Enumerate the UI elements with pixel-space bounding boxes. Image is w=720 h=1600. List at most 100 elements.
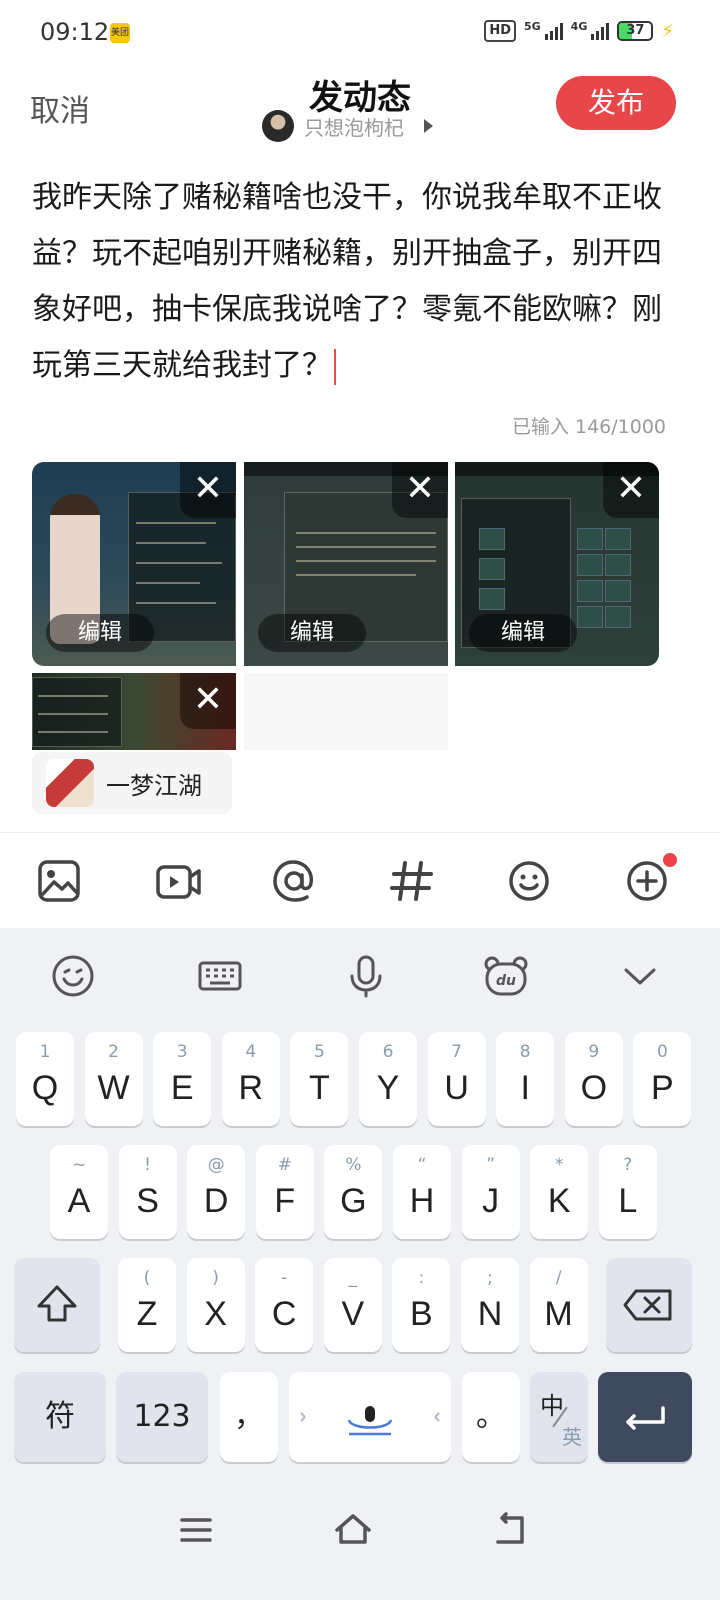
keyboard-emoji-icon[interactable] <box>49 952 97 1000</box>
image-thumbnail-1[interactable]: ✕ 编辑 <box>32 462 236 666</box>
key-label: G <box>340 1182 367 1220</box>
post-text-input[interactable]: 我昨天除了赌秘籍啥也没干，你说我牟取不正收益？玩不起咱别开赌秘籍，别开抽盒子，别… <box>32 170 682 394</box>
hd-voice-icon: HD <box>484 20 516 42</box>
mention-icon[interactable] <box>268 855 320 907</box>
key-b[interactable]: :B <box>392 1258 451 1352</box>
key-u[interactable]: 7U <box>427 1032 486 1126</box>
key-t[interactable]: 5T <box>290 1032 349 1126</box>
symbols-key-label: 符 <box>45 1399 75 1434</box>
key-hint: 9 <box>588 1042 600 1062</box>
numbers-key[interactable]: 123 <box>116 1372 208 1462</box>
compose-toolbar <box>0 833 720 928</box>
image-thumbnail-3[interactable]: ✕ 编辑 <box>455 462 659 666</box>
key-label: O <box>580 1069 608 1107</box>
key-label: D <box>203 1182 229 1220</box>
remove-image-1-button[interactable]: ✕ <box>180 462 236 518</box>
key-o[interactable]: 9O <box>564 1032 623 1126</box>
keyboard-switch-icon[interactable] <box>196 952 244 1000</box>
key-hint: ? <box>623 1155 633 1175</box>
key-label: Q <box>31 1069 59 1107</box>
key-g[interactable]: % G <box>324 1145 383 1239</box>
key-c[interactable]: -C <box>255 1258 314 1352</box>
hashtag-icon[interactable] <box>386 855 438 907</box>
key-label: U <box>444 1069 469 1107</box>
signal-icon-2 <box>591 22 610 40</box>
edit-image-3-button[interactable]: 编辑 <box>469 614 577 652</box>
key-i[interactable]: 8I <box>496 1032 555 1126</box>
identity-selector[interactable]: 只想泡枸杞 <box>262 110 433 142</box>
edit-image-1-button[interactable]: 编辑 <box>46 614 154 652</box>
menu-icon[interactable] <box>174 1508 218 1552</box>
voice-input-icon[interactable] <box>342 952 390 1000</box>
key-a[interactable]: ~ A <box>50 1145 108 1239</box>
image-thumbnail-2[interactable]: ✕ 编辑 <box>244 462 448 666</box>
key-h[interactable]: “H <box>393 1145 451 1239</box>
video-icon[interactable] <box>152 855 204 907</box>
key-r[interactable]: 4R <box>221 1032 280 1126</box>
period-key[interactable]: 。 <box>462 1372 520 1462</box>
remove-image-4-button[interactable]: ✕ <box>180 673 236 729</box>
key-label: W <box>97 1069 130 1107</box>
enter-key[interactable] <box>598 1372 692 1462</box>
key-hint: ~ <box>71 1155 87 1175</box>
key-s[interactable]: ! S <box>118 1145 177 1239</box>
key-p[interactable]: 0P <box>633 1032 692 1126</box>
key-q[interactable]: 1Q <box>16 1032 74 1126</box>
remove-image-3-button[interactable]: ✕ <box>603 462 659 518</box>
key-y[interactable]: 6Y <box>359 1032 417 1126</box>
collapse-keyboard-icon[interactable] <box>616 952 664 1000</box>
notification-dot <box>663 853 677 867</box>
add-more-icon[interactable] <box>621 853 677 907</box>
text-cursor <box>334 348 336 385</box>
key-d[interactable]: @ D <box>187 1145 246 1239</box>
image-thumbnail-4[interactable]: ✕ <box>32 673 236 750</box>
key-label: A <box>67 1182 91 1220</box>
key-hint: “ <box>417 1155 427 1175</box>
symbols-key[interactable]: 符 <box>14 1372 106 1462</box>
key-hint: ( <box>143 1268 151 1288</box>
key-l[interactable]: ? L <box>598 1145 657 1239</box>
key-v[interactable]: _ V <box>323 1258 382 1352</box>
key-z[interactable]: (Z <box>118 1258 176 1352</box>
key-hint: ; <box>487 1268 493 1288</box>
chevron-right-icon <box>424 119 433 133</box>
publish-button[interactable]: 发布 <box>556 76 676 130</box>
key-j[interactable]: ” J <box>461 1145 520 1239</box>
home-icon[interactable] <box>331 1508 375 1552</box>
space-key[interactable] <box>289 1372 451 1462</box>
key-label: C <box>271 1295 297 1333</box>
key-w[interactable]: 2W <box>84 1032 143 1126</box>
avatar <box>262 110 294 142</box>
battery-icon: 37 <box>617 21 654 41</box>
emoji-icon[interactable] <box>503 855 555 907</box>
key-hint: @ <box>207 1155 225 1175</box>
comma-key[interactable]: ， <box>220 1372 278 1462</box>
keyboard: du 1Q2W3E4R5T6Y7U8I9O0P ~ A! S @ D # F% G “H” J * K… <box>0 928 720 1486</box>
key-label: J <box>482 1182 500 1220</box>
remove-image-2-button[interactable]: ✕ <box>392 462 448 518</box>
du-assistant-icon[interactable]: du <box>482 952 530 1000</box>
backspace-key[interactable] <box>606 1258 692 1352</box>
key-hint: 0 <box>656 1042 668 1062</box>
image-icon[interactable] <box>33 855 85 907</box>
status-time: 09:12 <box>40 18 110 46</box>
key-hint: / <box>555 1268 562 1288</box>
key-n[interactable]: ; N <box>461 1258 519 1352</box>
battery-level: 37 <box>626 23 645 38</box>
key-k[interactable]: * K <box>530 1145 589 1239</box>
key-label: N <box>477 1295 503 1333</box>
edit-image-2-button[interactable]: 编辑 <box>258 614 366 652</box>
key-label: E <box>170 1069 194 1107</box>
key-m[interactable]: / M <box>529 1258 588 1352</box>
key-hint: * <box>554 1155 564 1175</box>
back-icon[interactable] <box>488 1508 532 1552</box>
key-e[interactable]: 3E <box>153 1032 212 1126</box>
key-x[interactable]: ) X <box>186 1258 245 1352</box>
key-f[interactable]: # F <box>255 1145 314 1239</box>
language-switch-key[interactable]: 中 英 <box>530 1372 588 1462</box>
topic-tag[interactable]: 一梦江湖 <box>32 752 232 814</box>
svg-text:du: du <box>496 973 516 989</box>
identity-name: 只想泡枸杞 <box>304 115 404 140</box>
key-label: K <box>547 1182 571 1220</box>
shift-key[interactable] <box>14 1258 100 1352</box>
